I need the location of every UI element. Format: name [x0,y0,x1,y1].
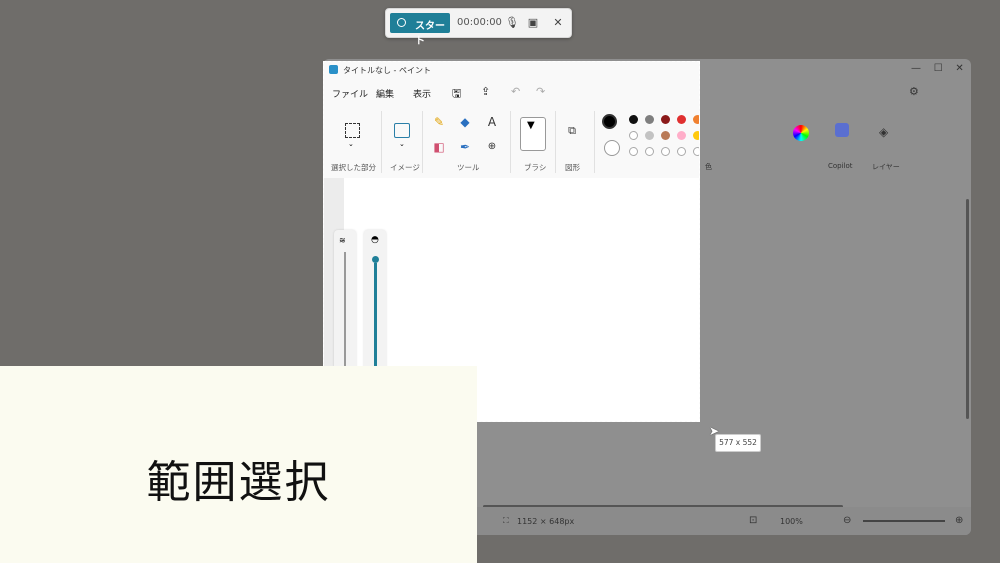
fit-to-window-icon[interactable]: ⊡ [749,515,757,526]
paint-app-icon [329,65,338,74]
fill-icon[interactable]: ◆ [457,114,473,130]
opacity-slider-thumb[interactable] [372,256,379,263]
share-icon[interactable]: ⇪ [481,85,490,98]
group-label-shapes: 図形 [565,163,580,172]
color-wheel-icon [793,125,809,141]
title-bar: タイトルなし - ペイント [324,62,699,78]
group-label-brush: ブラシ [524,163,547,172]
screen-icon[interactable]: ▣ [525,15,541,31]
color-swatch[interactable] [677,147,686,156]
record-icon [397,18,406,27]
chevron-down-icon[interactable]: ⌄ [399,140,405,148]
color-swatch[interactable] [629,115,638,124]
menu-edit[interactable]: 編集 [376,87,394,100]
zoom-in-icon[interactable]: ⊕ [955,515,963,526]
text-icon[interactable]: A [484,114,500,130]
recording-timer: 00:00:00 [457,17,502,28]
canvas-size-text: 1152 × 648px [517,517,575,526]
caption-text: 範囲選択 [146,457,331,508]
shapes-icon[interactable]: ⧉ [564,123,580,139]
vertical-scrollbar[interactable] [966,199,969,419]
color-swatch[interactable] [629,131,638,140]
color-swatch[interactable] [661,147,670,156]
colors-label: 色 [705,163,712,171]
caption-panel: 範囲選択 [0,366,477,563]
color-swatch[interactable] [645,115,654,124]
layers-icon: ◈ [879,125,889,139]
menu-bar: ファイル 編集 表示 🖫 ⇪ ↶ ↷ [324,82,699,104]
color1-swatch[interactable] [602,114,617,129]
save-icon[interactable]: 🖫 [452,85,461,104]
ribbon-toolbar: ⌄ 選択した部分 ⌄ イメージ ✎ ◆ A ◧ ✒ ⊕ ツール ▼ ブラシ ⧉ … [324,106,699,178]
close-icon[interactable]: ✕ [550,15,566,31]
color-swatch[interactable] [693,147,699,156]
snipping-recording-bar: スタート 00:00:00 🎙 ▣ ✕ [385,8,572,47]
opacity-panel: ◓ [364,230,386,370]
color-swatch[interactable] [661,115,670,124]
size-icon: ≋ [339,236,346,245]
color-swatch[interactable] [693,115,699,124]
color-swatch[interactable] [645,147,654,156]
opacity-slider[interactable] [374,263,377,370]
brush-icon: ▼ [527,120,535,131]
size-slider[interactable] [344,252,346,370]
menu-view[interactable]: 表示 [413,87,431,100]
color-swatch[interactable] [629,147,638,156]
color-swatch[interactable] [645,131,654,140]
selection-icon[interactable] [345,123,360,138]
color-picker-icon[interactable]: ✒ [457,139,473,155]
layers-label: レイヤー [872,163,900,171]
start-label: スタート [415,21,445,47]
undo-icon[interactable]: ↶ [511,85,520,98]
magnifier-icon[interactable]: ⊕ [484,139,500,155]
zoom-level[interactable]: 100% [780,517,803,526]
opacity-icon: ◓ [371,235,379,245]
brush-size-panel: ≋ [334,230,356,370]
group-label-selection: 選択した部分 [331,163,376,172]
pencil-icon[interactable]: ✎ [431,114,447,130]
copilot-icon [835,123,849,137]
canvas-size-icon: ⛶ [503,516,509,525]
zoom-slider[interactable] [863,520,945,522]
copilot-label: Copilot [828,162,853,170]
redo-icon[interactable]: ↷ [536,85,545,98]
window-title: タイトルなし - ペイント [343,66,431,75]
menu-file[interactable]: ファイル [332,87,368,100]
chevron-down-icon[interactable]: ⌄ [348,140,354,148]
selection-size-tooltip: 577 x 552 [715,434,761,452]
eraser-icon[interactable]: ◧ [431,139,447,155]
group-label-tools: ツール [457,163,480,172]
color-swatch[interactable] [677,115,686,124]
color-swatch[interactable] [693,131,699,140]
zoom-out-icon[interactable]: ⊖ [843,515,851,526]
start-recording-button[interactable]: スタート [390,13,450,47]
window-controls: — ☐ ✕ [911,63,964,74]
group-label-image: イメージ [390,163,420,172]
settings-icon: ⚙ [909,85,919,98]
image-icon[interactable] [394,123,410,138]
color2-swatch[interactable] [604,140,620,156]
color-swatch[interactable] [677,131,686,140]
color-swatch[interactable] [661,131,670,140]
microphone-off-icon[interactable]: 🎙 [504,15,520,31]
color-palette [629,115,699,156]
